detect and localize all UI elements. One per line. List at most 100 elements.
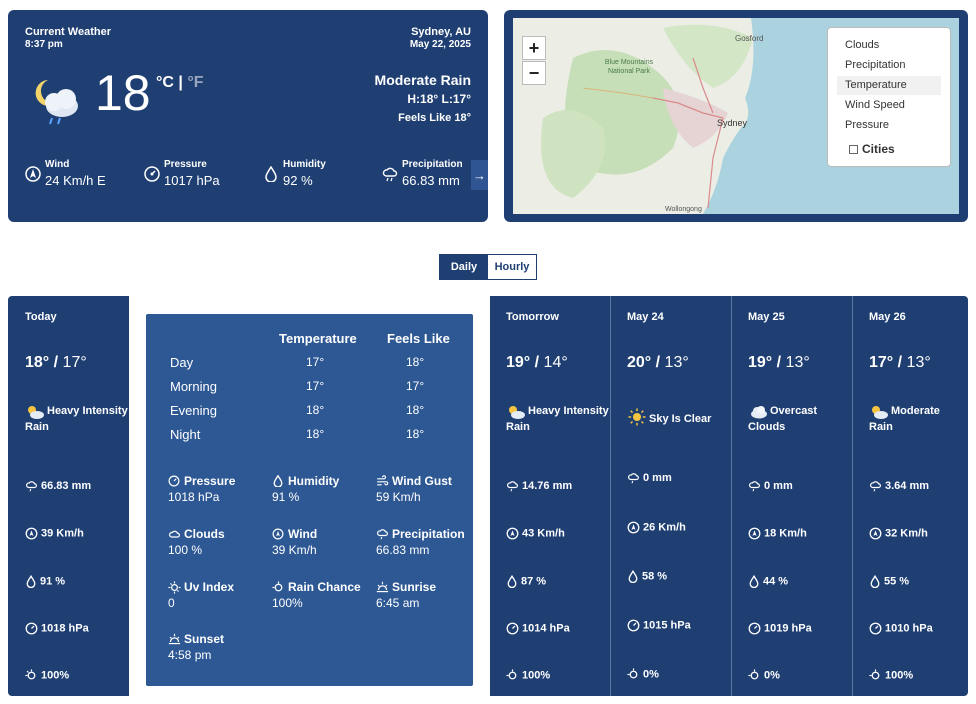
next-arrow-button[interactable]: → [471,160,488,190]
pressure-value: 1017 hPa [164,173,220,188]
current-temperature: 18 [95,65,151,121]
forecast-day-tomorrow[interactable]: Tomorrow 19° / 14° Heavy Intensity Rain … [489,296,610,696]
detail-sunset: Sunset 4:58 pm [168,632,225,662]
day-precip: 3.64 mm [869,480,929,492]
precipitation-value: 66.83 mm [402,173,460,188]
day-pressure: 1019 hPa [748,622,812,635]
day-name: May 25 [748,311,785,323]
cloud-icon [751,406,767,419]
current-time: 8:37 pm [25,39,63,50]
sun-rain-icon [869,669,880,680]
day-condition: Overcast Clouds [748,405,818,433]
daily-button[interactable]: Daily [440,255,488,279]
day-wind: 32 Km/h [869,527,928,540]
day-name: Tomorrow [506,311,559,323]
day-temperature: 18° / 17° [25,354,87,371]
row-feels: 18° [406,427,425,441]
detail-uv-index: Uv Index 0 [168,580,235,610]
map-label-wollongong: Wollongong [665,206,702,213]
day-precip: 0 mm [748,480,793,492]
compass-icon [272,528,284,540]
day-rain-chance: 0% [748,669,780,682]
detail-wind: Wind 39 Km/h [272,527,318,557]
location: Sydney, AU [411,26,471,38]
unit-fahrenheit[interactable]: °F [187,74,203,91]
gauge-icon [25,622,38,635]
precipitation-stat: Precipitation 66.83 mm [382,159,463,188]
cities-checkbox[interactable] [849,145,858,155]
droplet-icon [273,475,283,487]
forecast-day-may-25[interactable]: May 25 19° / 13° Overcast Clouds 0 mm 18… [731,296,852,696]
detail-pressure: Pressure 1018 hPa [168,474,236,504]
daily-hourly-toggle: Daily Hourly [439,254,537,280]
sunrise-icon [376,581,389,593]
row-temp: 18° [306,427,325,441]
droplet-icon [507,574,517,589]
hourly-button[interactable]: Hourly [488,255,536,279]
droplet-icon [870,574,880,589]
day-wind: 26 Km/h [627,521,686,534]
row-feels: 17° [406,379,425,393]
day-condition: Sky Is Clear [627,408,735,426]
unit-toggle: °C | °F [156,74,204,92]
layer-precipitation[interactable]: Precipitation [837,56,941,75]
droplet-icon [749,574,759,589]
pressure-stat: Pressure 1017 hPa [144,159,220,188]
map-view[interactable]: + − Gosford Blue Mountains National Park… [513,18,959,214]
forecast-day-may-26[interactable]: May 26 17° / 13° Moderate Rain 3.64 mm 3… [852,296,968,696]
zoom-in-button[interactable]: + [522,36,546,60]
humidity-label: Humidity [283,159,326,170]
rain-cloud-icon [628,473,639,484]
cloud-sun-icon [28,406,44,419]
day-pressure: 1015 hPa [627,619,691,632]
cities-toggle[interactable]: Cities [849,142,895,156]
day-temperature: 17° / 13° [869,354,931,371]
day-name: May 26 [869,311,906,323]
rain-cloud-icon [870,481,881,492]
rain-cloud-icon [507,481,518,492]
compass-icon [627,521,640,534]
row-temp: 17° [306,379,325,393]
sun-rain-icon [506,669,517,680]
day-temperature: 20° / 13° [627,354,689,371]
row-label: Evening [170,403,217,418]
rain-cloud-icon [382,167,398,182]
detail-rain-chance: Rain Chance 100% [272,580,361,610]
wind-label: Wind [45,159,70,170]
high-low: H:18° L:17° [407,92,471,106]
gauge-icon [627,619,640,632]
forecast-day-may-24[interactable]: May 24 20° / 13° Sky Is Clear 0 mm 26 Km… [610,296,731,696]
layer-wind-speed[interactable]: Wind Speed [837,96,941,115]
gauge-icon [869,622,882,635]
day-temperature: 19° / 13° [748,354,810,371]
compass-icon [506,527,519,540]
day-rain-chance: 100% [25,669,69,682]
uv-icon [168,581,181,594]
col-feels-like: Feels Like [387,331,450,346]
zoom-out-button[interactable]: − [522,61,546,85]
layer-temperature[interactable]: Temperature [837,76,941,95]
unit-celsius[interactable]: °C [156,74,174,91]
layer-pressure[interactable]: Pressure [837,116,941,135]
rain-cloud-icon [377,529,388,540]
day-wind: 18 Km/h [748,527,807,540]
day-rain-chance: 0% [627,668,659,681]
layer-clouds[interactable]: Clouds [837,36,941,55]
sun-rain-icon [627,668,638,679]
day-humidity: 87 % [506,574,546,589]
gauge-icon [144,166,160,182]
day-humidity: 91 % [25,574,65,589]
current-weather-card: Current Weather 8:37 pm Sydney, AU May 2… [8,10,488,222]
day-precip: 14.76 mm [506,480,572,492]
day-humidity: 55 % [869,574,909,589]
day-precip: 66.83 mm [25,480,91,492]
gauge-icon [168,475,180,487]
compass-icon [748,527,761,540]
sun-rain-icon [25,669,36,680]
forecast-day-today[interactable]: Today 18° / 17° Heavy Intensity Rain 66.… [8,296,129,696]
detail-humidity: Humidity 91 % [272,474,340,504]
compass-icon [25,166,41,182]
detail-card: Temperature Feels Like Day 17° 18° Morni… [146,314,473,686]
humidity-stat: Humidity 92 % [263,159,326,188]
today-detail-panel: Temperature Feels Like Day 17° 18° Morni… [129,296,490,696]
